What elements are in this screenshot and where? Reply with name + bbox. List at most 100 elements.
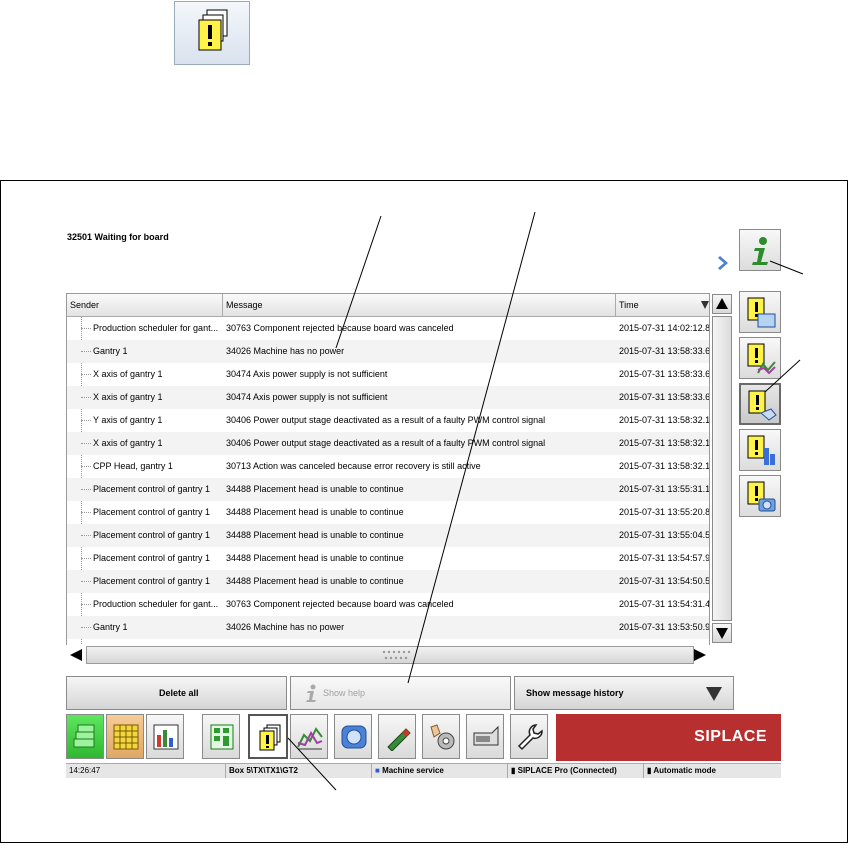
arrow-down-icon bbox=[716, 628, 728, 639]
table-row[interactable]: CPP Head, gantry 1 30713 Action was cance… bbox=[67, 455, 709, 478]
horizontal-scrollbar[interactable] bbox=[66, 645, 710, 667]
cell-message: 30763 Component rejected because board w… bbox=[226, 323, 454, 333]
cell-time: 2015-07-31 13:58:33.6 bbox=[619, 392, 710, 402]
user-role-label: Machine service bbox=[382, 766, 444, 775]
delete-all-button[interactable]: Delete all bbox=[66, 676, 287, 710]
column-header-sender[interactable]: Sender bbox=[67, 294, 223, 316]
cell-message: 34488 Placement head is unable to contin… bbox=[226, 553, 404, 563]
cell-time: 2015-07-31 13:55:20.8 bbox=[619, 507, 710, 517]
cell-message: 30406 Power output stage deactivated as … bbox=[226, 438, 546, 448]
scroll-down-button[interactable] bbox=[712, 623, 732, 643]
scroll-left-icon[interactable] bbox=[68, 647, 84, 663]
feeder-icon[interactable] bbox=[466, 714, 504, 759]
chevron-right-icon bbox=[718, 256, 728, 270]
cell-message: 34488 Placement head is unable to contin… bbox=[226, 530, 404, 540]
table-row[interactable]: X axis of gantry 1 30474 Axis power suppl… bbox=[67, 363, 710, 386]
cell-sender: Gantry 1 bbox=[81, 616, 223, 639]
table-row[interactable]: Placement control of gantry 1 34488 Place… bbox=[67, 501, 710, 524]
status-title: 32501 Waiting for board bbox=[67, 232, 169, 242]
cell-message: 30474 Axis power supply is not sufficien… bbox=[226, 392, 388, 402]
bar-chart-icon[interactable] bbox=[146, 714, 184, 759]
cell-sender: CPP Head, gantry 1 bbox=[81, 455, 223, 478]
cell-time: 2015-07-31 13:54:31.4 bbox=[619, 599, 710, 609]
sort-desc-icon bbox=[701, 301, 709, 309]
message-table[interactable]: Sender Message Time Production scheduler… bbox=[66, 293, 710, 651]
table-row[interactable]: Gantry 1 34026 Machine has no power 2015-0… bbox=[67, 340, 710, 363]
siplace-logo: SIPLACE bbox=[556, 714, 781, 761]
cell-message: 34026 Machine has no power bbox=[226, 622, 345, 632]
user-icon: ■ bbox=[375, 766, 383, 775]
user-role: ■ Machine service bbox=[372, 764, 508, 778]
cell-sender: Y axis of gantry 1 bbox=[81, 409, 223, 432]
cell-time: 2015-07-31 13:58:33.6 bbox=[619, 369, 710, 379]
info-icon bbox=[306, 684, 316, 702]
show-help-label: Show help bbox=[323, 688, 366, 698]
status-bar: 14:26:47 Box 5\TX\TX1\GT2 ■ Machine serv… bbox=[66, 763, 781, 778]
camera-icon[interactable] bbox=[334, 714, 372, 759]
wrench-icon[interactable] bbox=[510, 714, 548, 759]
scroll-right-icon[interactable] bbox=[692, 647, 708, 663]
message-bars-icon[interactable] bbox=[739, 429, 781, 471]
cell-time: 2015-07-31 13:58:32.1 bbox=[619, 438, 710, 448]
cell-sender: Production scheduler for gant... bbox=[81, 593, 223, 616]
grid-icon[interactable] bbox=[106, 714, 144, 759]
cell-message: 34026 Machine has no power bbox=[226, 346, 345, 356]
nozzle-icon[interactable] bbox=[378, 714, 416, 759]
message-camera-icon[interactable] bbox=[739, 475, 781, 517]
message-screen-icon[interactable] bbox=[739, 291, 781, 333]
cell-time: 2015-07-31 13:58:32.1 bbox=[619, 415, 710, 425]
scroll-up-button[interactable] bbox=[712, 294, 732, 314]
cell-time: 2015-07-31 13:54:57.9 bbox=[619, 553, 710, 563]
clock: 14:26:47 bbox=[66, 764, 226, 778]
cell-sender: Placement control of gantry 1 bbox=[81, 478, 223, 501]
horizontal-scroll-thumb[interactable] bbox=[86, 646, 694, 664]
cell-message: 34488 Placement head is unable to contin… bbox=[226, 507, 404, 517]
cell-sender: Placement control of gantry 1 bbox=[81, 570, 223, 593]
arrow-up-icon bbox=[716, 298, 728, 309]
table-row[interactable]: Placement control of gantry 1 34488 Place… bbox=[67, 478, 709, 501]
show-message-history-button[interactable]: Show message history bbox=[514, 676, 734, 710]
message-stack-icon bbox=[174, 1, 250, 65]
table-row[interactable]: Production scheduler for gant... 30763 Co… bbox=[67, 593, 710, 616]
table-row[interactable]: Gantry 1 34026 Machine has no power 2015-0… bbox=[67, 616, 710, 639]
line-chart-icon[interactable] bbox=[290, 714, 328, 759]
scroll-thumb[interactable] bbox=[712, 316, 732, 621]
cell-sender: Placement control of gantry 1 bbox=[81, 501, 223, 524]
green-stack-icon[interactable] bbox=[66, 714, 104, 759]
table-row[interactable]: Placement control of gantry 1 34488 Place… bbox=[67, 570, 710, 593]
table-row[interactable]: Y axis of gantry 1 30406 Power output sta… bbox=[67, 409, 710, 432]
cell-sender: X axis of gantry 1 bbox=[81, 363, 223, 386]
column-header-message[interactable]: Message bbox=[223, 294, 616, 316]
cell-message: 30713 Action was canceled because error … bbox=[226, 461, 481, 471]
cell-time: 2015-07-31 14:02:12.8 bbox=[619, 323, 710, 333]
cell-sender: Placement control of gantry 1 bbox=[81, 524, 223, 547]
cell-time: 2015-07-31 13:53:50.9 bbox=[619, 622, 710, 632]
message-chart-icon[interactable] bbox=[739, 337, 781, 379]
table-header: Sender Message Time bbox=[67, 294, 709, 317]
station-path: Box 5\TX\TX1\GT2 bbox=[226, 764, 372, 778]
vertical-scrollbar[interactable] bbox=[711, 293, 733, 643]
brand-name: SIPLACE bbox=[694, 728, 767, 745]
cell-time: 2015-07-31 13:55:04.5 bbox=[619, 530, 710, 540]
board-layout-icon[interactable] bbox=[202, 714, 240, 759]
table-row[interactable]: X axis of gantry 1 30406 Power output sta… bbox=[67, 432, 710, 455]
table-row[interactable]: Placement control of gantry 1 34488 Place… bbox=[67, 524, 710, 547]
cell-message: 30474 Axis power supply is not sufficien… bbox=[226, 369, 388, 379]
info-icon[interactable] bbox=[739, 229, 781, 271]
show-history-label: Show message history bbox=[526, 688, 624, 698]
table-row[interactable]: Production scheduler for gant... 30763 Co… bbox=[67, 317, 710, 340]
column-header-time[interactable]: Time bbox=[616, 294, 709, 316]
table-row[interactable]: Placement control of gantry 1 34488 Place… bbox=[67, 547, 710, 570]
cell-message: 34488 Placement head is unable to contin… bbox=[226, 576, 404, 586]
messages-icon[interactable] bbox=[248, 714, 288, 759]
cell-time: 2015-07-31 13:58:33.6 bbox=[619, 346, 710, 356]
cell-sender: Gantry 1 bbox=[81, 340, 223, 363]
column-header-time-label: Time bbox=[619, 300, 639, 310]
cell-time: 2015-07-31 13:54:50.5 bbox=[619, 576, 710, 586]
message-hand-icon[interactable] bbox=[739, 383, 781, 425]
service-icon[interactable] bbox=[422, 714, 460, 759]
connection-label: SIPLACE Pro (Connected) bbox=[517, 766, 617, 775]
show-help-button[interactable]: Show help bbox=[290, 676, 511, 710]
table-row[interactable]: X axis of gantry 1 30474 Axis power suppl… bbox=[67, 386, 710, 409]
cell-sender: X axis of gantry 1 bbox=[81, 386, 223, 409]
